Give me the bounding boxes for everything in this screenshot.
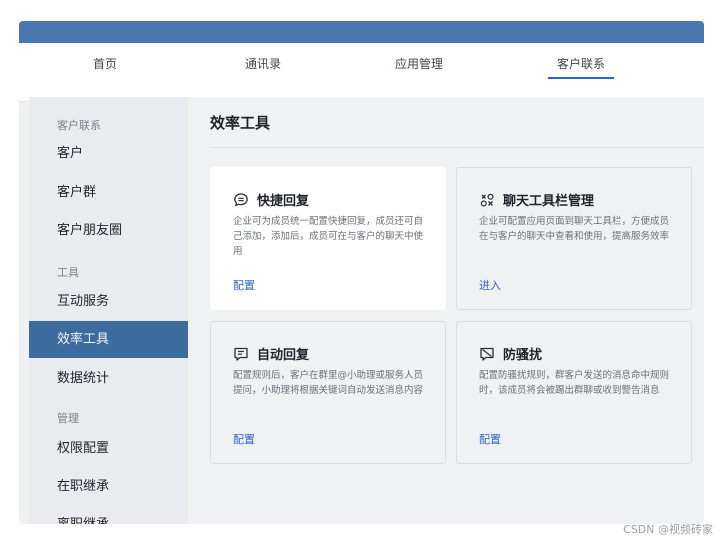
sidebar-item-interactive-service[interactable]: 互动服务 <box>29 283 188 320</box>
watermark: CSDN @视频砖家 <box>623 523 713 536</box>
card-auto-reply[interactable]: 自动回复 配置规则后，客户在群里@小助理或服务人员提问，小助理将根据关键词自动发… <box>210 321 446 464</box>
card-header: 聊天工具栏管理 <box>479 190 594 209</box>
card-description: 配置防骚扰规则，群客户发送的消息命中规则时，该成员将会被踢出群聊或收到警告消息 <box>479 370 670 396</box>
card-description: 企业可配置应用页面到聊天工具栏，方便成员在与客户的聊天中查看和使用，提高服务效率 <box>479 216 670 242</box>
title-divider <box>210 147 704 148</box>
card-chat-toolbar-management[interactable]: 聊天工具栏管理 企业可配置应用页面到聊天工具栏，方便成员在与客户的聊天中查看和使… <box>456 167 692 310</box>
sidebar-group-tools: 工具 <box>57 266 79 279</box>
card-description: 配置规则后，客户在群里@小助理或服务人员提问，小助理将根据关键词自动发送消息内容 <box>233 370 424 396</box>
card-title: 自动回复 <box>257 348 310 363</box>
card-anti-harassment[interactable]: 防骚扰 配置防骚扰规则，群客户发送的消息命中规则时，该成员将会被踢出群聊或收到警… <box>456 321 692 464</box>
sidebar-item-customer-groups[interactable]: 客户群 <box>29 174 188 211</box>
app-window: 首页 通讯录 应用管理 客户联系 客户联系 客户 客户群 客户朋友圈 工具 互动… <box>19 21 704 524</box>
sidebar-item-efficiency-tools[interactable]: 效率工具 <box>29 321 188 358</box>
sidebar-item-resigned-inheritance[interactable]: 离职继承 <box>29 506 188 524</box>
page-title: 效率工具 <box>210 114 271 132</box>
card-header: 防骚扰 <box>479 344 542 363</box>
sidebar: 客户联系 客户 客户群 客户朋友圈 工具 互动服务 效率工具 数据统计 管理 权… <box>29 97 188 524</box>
main-content: 效率工具 快捷回复 企业可为成员统一配置快捷回复，成员还可自己添加，添加后，成员… <box>188 97 704 524</box>
card-title: 快捷回复 <box>257 194 310 209</box>
sidebar-group-manage: 管理 <box>57 412 79 425</box>
toolbar-manage-icon <box>479 192 495 208</box>
nav-customer-contact[interactable]: 客户联系 <box>548 52 614 79</box>
enter-link[interactable]: 进入 <box>479 277 501 293</box>
top-nav: 首页 通讯录 应用管理 客户联系 <box>19 43 704 102</box>
sidebar-item-customer-moments[interactable]: 客户朋友圈 <box>29 212 188 249</box>
card-title: 聊天工具栏管理 <box>503 194 595 209</box>
anti-harassment-icon <box>479 346 495 362</box>
sidebar-item-permissions[interactable]: 权限配置 <box>29 430 188 467</box>
nav-app-management[interactable]: 应用管理 <box>393 52 445 77</box>
card-header: 快捷回复 <box>233 190 309 209</box>
configure-link[interactable]: 配置 <box>233 277 255 293</box>
configure-link[interactable]: 配置 <box>479 431 501 447</box>
sidebar-item-customers[interactable]: 客户 <box>29 135 188 172</box>
sidebar-item-data-statistics[interactable]: 数据统计 <box>29 360 188 397</box>
configure-link[interactable]: 配置 <box>233 431 255 447</box>
nav-contacts[interactable]: 通讯录 <box>242 52 284 77</box>
card-title: 防骚扰 <box>503 348 543 363</box>
nav-home[interactable]: 首页 <box>89 52 121 77</box>
card-description: 企业可为成员统一配置快捷回复，成员还可自己添加，添加后，成员可在与客户的聊天中使… <box>233 216 424 257</box>
chat-bubble-icon <box>233 192 249 208</box>
auto-reply-icon <box>233 346 249 362</box>
card-quick-reply[interactable]: 快捷回复 企业可为成员统一配置快捷回复，成员还可自己添加，添加后，成员可在与客户… <box>210 167 446 310</box>
sidebar-group-customers: 客户联系 <box>57 119 101 132</box>
top-bar <box>19 21 704 43</box>
sidebar-item-active-inheritance[interactable]: 在职继承 <box>29 468 188 505</box>
card-header: 自动回复 <box>233 344 309 363</box>
